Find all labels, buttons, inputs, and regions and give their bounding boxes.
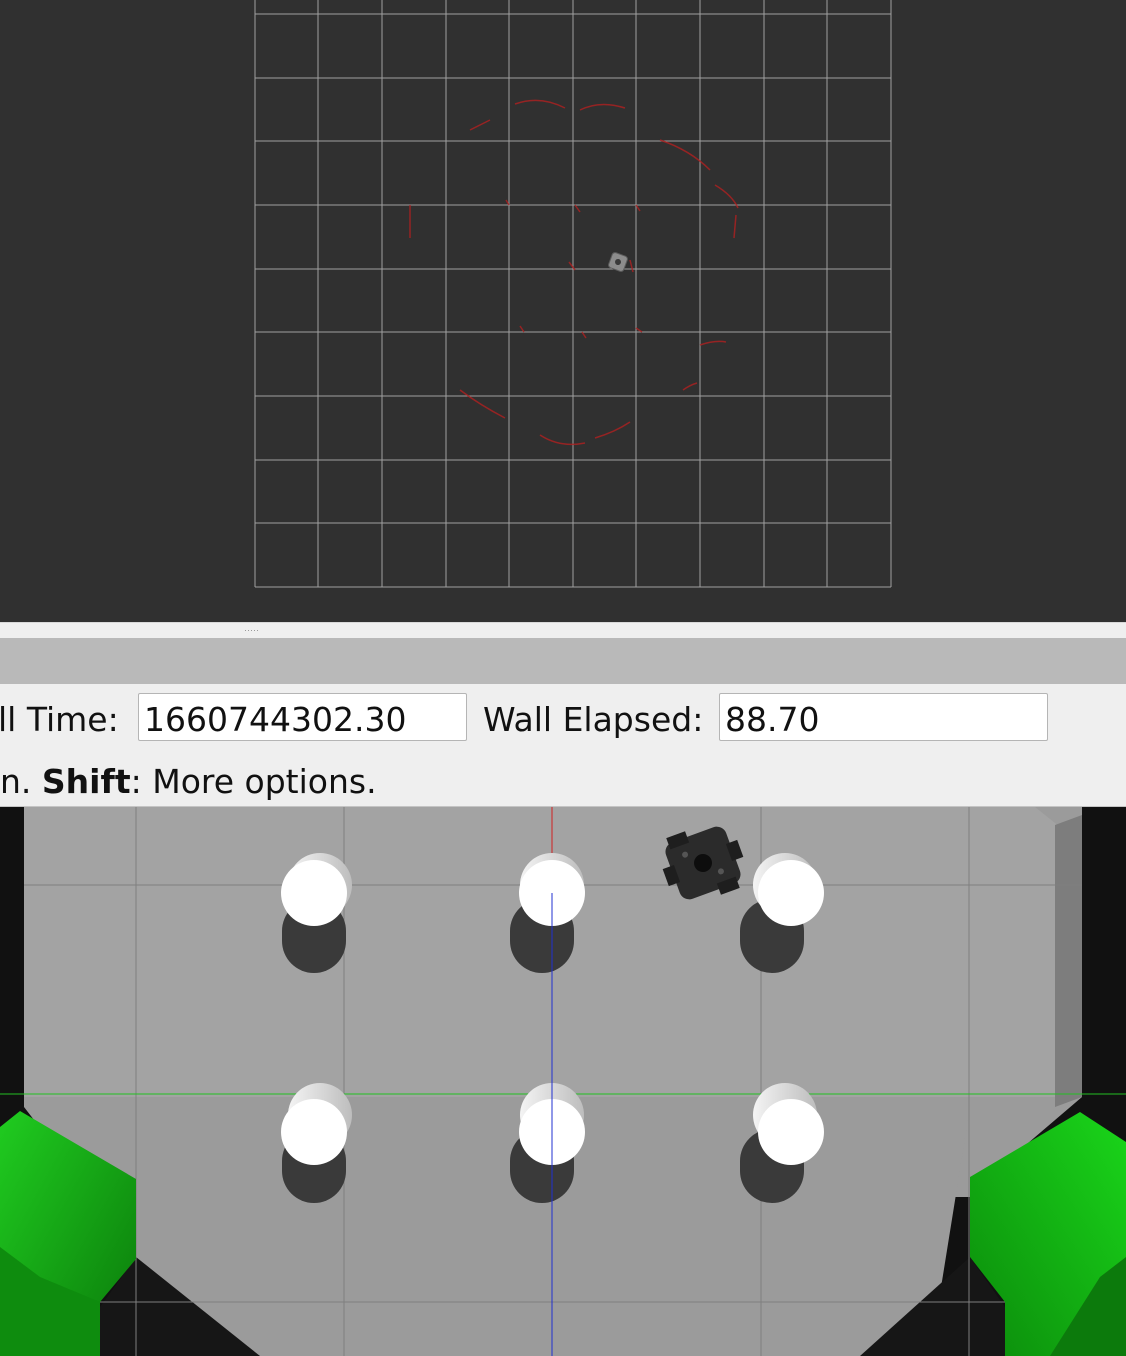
laser-scan-points (409, 99, 739, 446)
hint-suffix: : More options. (130, 762, 377, 801)
panel-splitter[interactable] (0, 622, 1126, 639)
splitter-grip[interactable] (244, 629, 258, 632)
rviz-grid (254, 0, 892, 588)
cylinder-obstacle (281, 1083, 352, 1203)
time-panel: ll Time: 1660744302.30 Wall Elapsed: 88.… (0, 684, 1126, 807)
gazebo-3d-view[interactable] (0, 807, 1126, 1356)
right-wall-face (1055, 815, 1082, 1107)
wall-elapsed-label: Wall Elapsed: (483, 700, 704, 739)
rviz-3d-view[interactable] (0, 0, 1126, 622)
wall-time-field[interactable]: 1660744302.30 (138, 693, 467, 741)
hint-key: Shift (41, 762, 131, 801)
gazebo-toolbar (0, 638, 1126, 685)
hint-prefix: n. (0, 762, 42, 801)
wall-elapsed-field[interactable]: 88.70 (719, 693, 1048, 741)
hint-text: n. Shift: More options. (0, 762, 377, 801)
wall-time-label: ll Time: (0, 700, 119, 739)
